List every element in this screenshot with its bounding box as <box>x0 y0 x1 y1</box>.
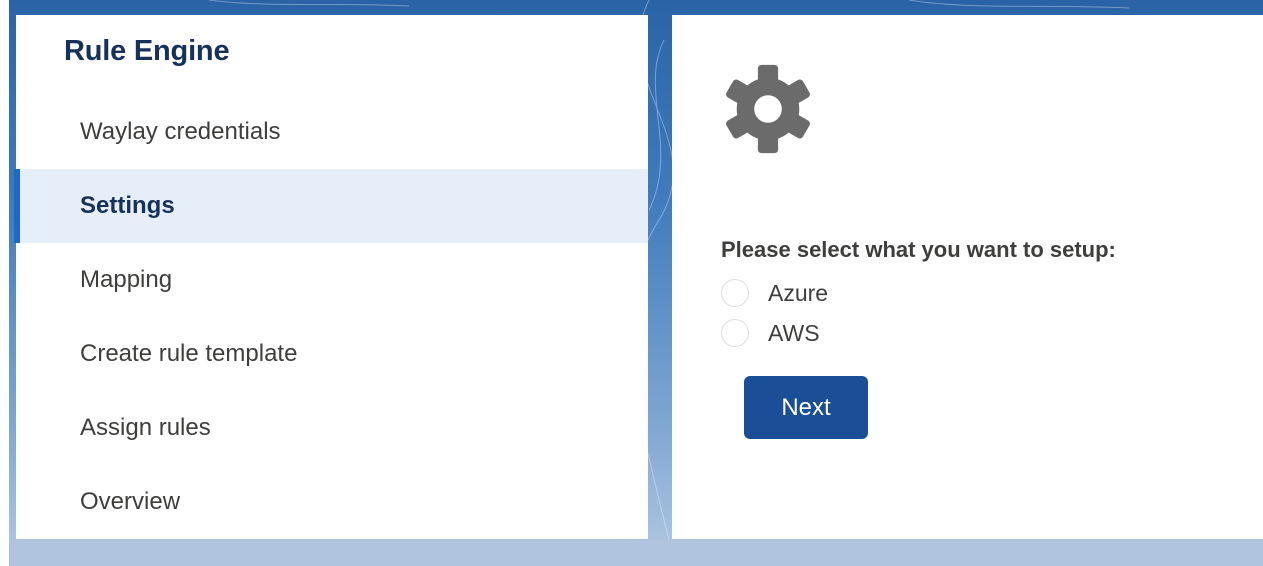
sidebar-item-create-rule-template[interactable]: Create rule template <box>16 317 648 391</box>
gear-icon <box>726 64 810 154</box>
radio-option-azure[interactable]: Azure <box>721 277 828 309</box>
sidebar-item-mapping[interactable]: Mapping <box>16 243 648 317</box>
radio-button-aws[interactable] <box>721 319 749 347</box>
sidebar-item-waylay-credentials[interactable]: Waylay credentials <box>16 95 648 169</box>
radio-option-aws[interactable]: AWS <box>721 317 820 349</box>
settings-panel: Please select what you want to setup: Az… <box>672 15 1263 539</box>
sidebar-item-settings[interactable]: Settings <box>14 169 648 243</box>
sidebar-title: Rule Engine <box>64 35 230 67</box>
sidebar: Rule Engine Waylay credentials Settings … <box>14 15 648 539</box>
sidebar-menu: Waylay credentials Settings Mapping Crea… <box>14 95 648 539</box>
sidebar-item-overview[interactable]: Overview <box>16 465 648 539</box>
radio-label-aws[interactable]: AWS <box>768 320 820 347</box>
radio-button-azure[interactable] <box>721 279 749 307</box>
next-button[interactable]: Next <box>744 376 868 439</box>
sidebar-item-assign-rules[interactable]: Assign rules <box>16 391 648 465</box>
footer-band <box>9 540 1263 566</box>
radio-label-azure[interactable]: Azure <box>768 280 828 307</box>
setup-prompt: Please select what you want to setup: <box>721 237 1116 262</box>
